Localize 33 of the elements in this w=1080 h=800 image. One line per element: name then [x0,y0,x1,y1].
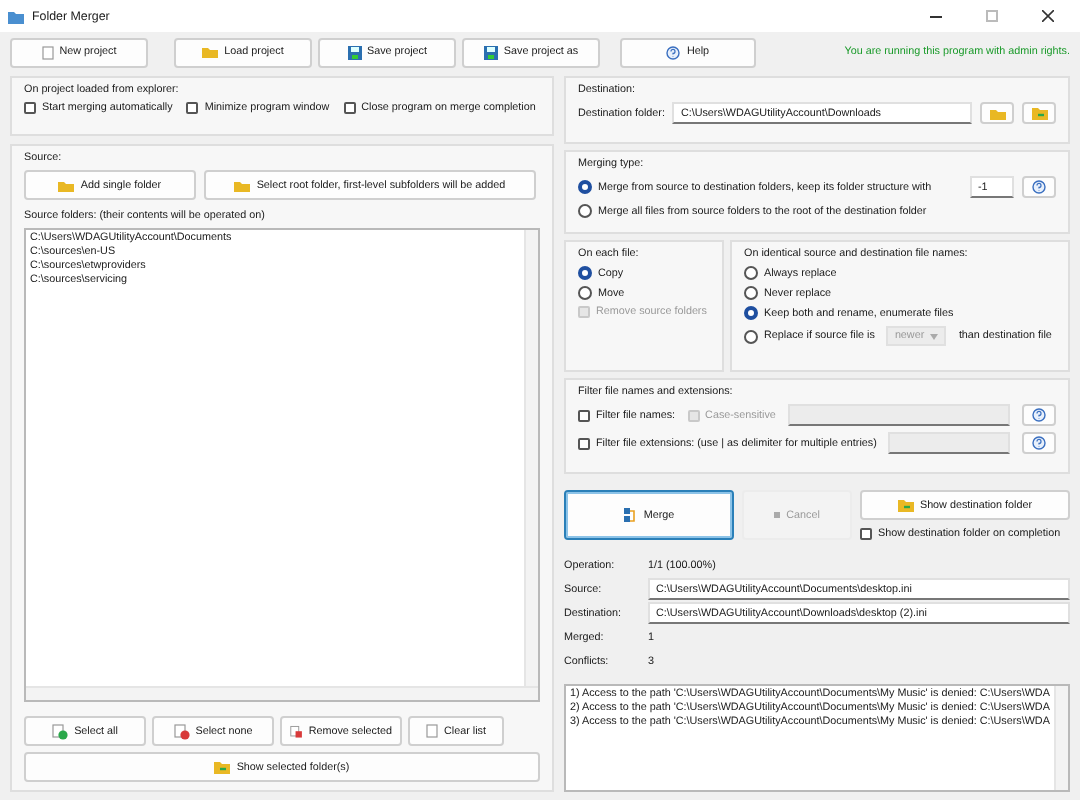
folder-arrow-icon [214,760,231,774]
horizontal-scrollbar[interactable] [26,686,538,700]
vertical-scrollbar[interactable] [1054,686,1068,790]
document-plus-icon [52,723,69,739]
help-button[interactable] [1022,404,1056,426]
close-icon [1042,10,1054,22]
document-icon [41,45,54,59]
folder-icon [58,179,75,191]
maximize-icon [986,10,998,22]
folder-arrow-icon [1031,106,1047,120]
minimize-icon [930,15,942,17]
help-icon [666,45,681,59]
name-filter-field[interactable] [787,404,1010,426]
log-box[interactable] [564,684,1070,792]
help-button[interactable] [1022,176,1056,198]
folder-icon [234,179,251,191]
document-minus-icon [173,723,190,739]
help-icon [1032,180,1046,194]
folder-icon [202,46,219,58]
help-icon [1032,408,1046,422]
folder-arrow-icon [897,498,914,512]
document-remove-icon [290,723,303,739]
help-icon [1032,436,1046,450]
document-icon [426,724,439,738]
app-icon [8,9,24,23]
vertical-scrollbar[interactable] [524,230,538,686]
folder-icon [989,107,1005,119]
stop-icon [774,512,781,518]
caret-icon [930,333,939,339]
merge-icon [623,507,638,523]
open-folder-button[interactable] [1022,102,1056,124]
extension-filter-field[interactable] [888,432,1010,454]
help-button[interactable] [1022,432,1056,454]
